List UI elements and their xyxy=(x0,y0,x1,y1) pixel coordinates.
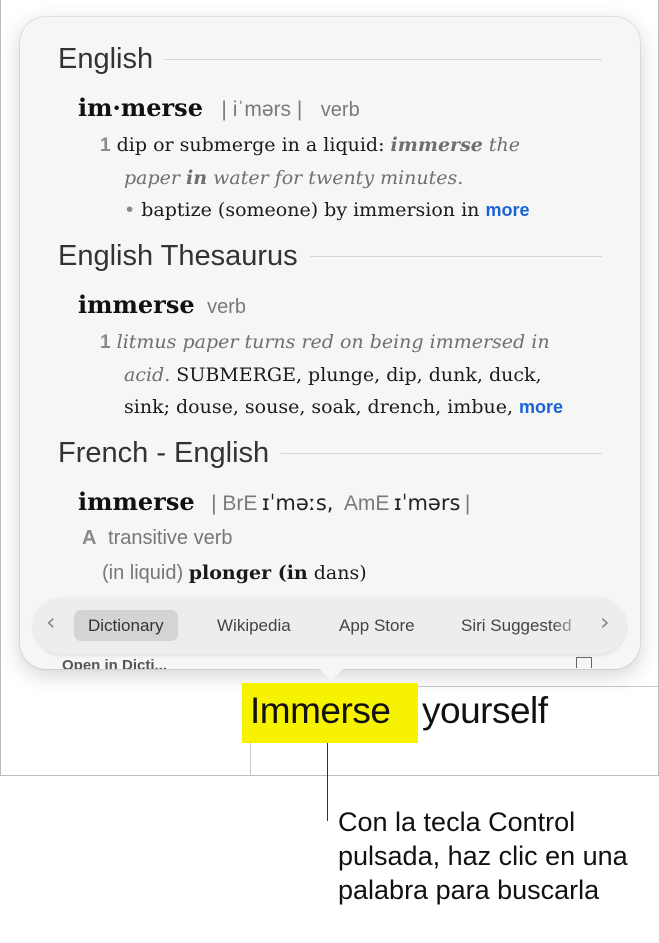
part-of-speech: verb xyxy=(207,296,246,318)
pronunciation-label: | BrE xyxy=(211,492,258,515)
sense-number: 1 xyxy=(100,135,111,156)
pronunciation-label: AmE xyxy=(343,492,390,515)
synonyms-text: sink; douse, souse, soak, drench, imbue, xyxy=(124,396,513,418)
document-text[interactable]: yourself xyxy=(422,690,548,732)
gloss-translation: dans) xyxy=(307,562,367,584)
section-thesaurus-header: English Thesaurus xyxy=(58,240,602,273)
open-external-icon xyxy=(576,657,592,668)
gloss-context: (in liquid) xyxy=(102,562,189,584)
headword: im·merse xyxy=(78,93,203,122)
headword: immerse xyxy=(78,290,195,319)
example-headword: immerse xyxy=(390,134,483,156)
english-example-line2: paper in water for twenty minutes. xyxy=(124,167,463,189)
section-title: English Thesaurus xyxy=(58,240,298,272)
gloss-preposition: in xyxy=(286,562,308,584)
example-text: litmus paper turns red on being immersed… xyxy=(116,331,550,353)
colon: : xyxy=(378,134,385,156)
thesaurus-synonyms-line1: acid. SUBMERGE, plunge, dip, dunk, duck, xyxy=(124,364,542,386)
part-of-speech: verb xyxy=(320,99,360,121)
more-link[interactable]: more xyxy=(485,200,529,220)
definition-text: dip or submerge in a liquid xyxy=(116,134,379,156)
thesaurus-example: 1 litmus paper turns red on being immers… xyxy=(100,331,550,354)
french-headword-line: immerse | BrE ɪˈməːs, AmE ɪˈmərs | xyxy=(78,487,470,516)
subsense-text: baptize (someone) by immersion in xyxy=(141,199,480,221)
example-text: acid. xyxy=(124,364,171,386)
more-link[interactable]: more xyxy=(519,397,563,417)
english-definition: 1 dip or submerge in a liquid: immerse t… xyxy=(100,134,520,157)
synonyms-text: SUBMERGE, plunge, dip, dunk, duck, xyxy=(176,364,542,386)
french-gloss: (in liquid) plonger (in dans) xyxy=(102,562,367,585)
lookup-popover: English im·merse | iˈmərs | verb 1 dip o… xyxy=(20,17,640,669)
tab-app-store[interactable]: App Store xyxy=(325,610,429,641)
gloss-translation: plonger ( xyxy=(188,562,287,584)
popover-arrow xyxy=(317,667,345,681)
highlighted-word[interactable]: Immerse xyxy=(250,690,391,732)
sense-label: transitive verb xyxy=(108,527,233,549)
open-in-dictionary-link[interactable]: Open in Dicti... xyxy=(62,657,167,669)
tab-wikipedia[interactable]: Wikipedia xyxy=(203,610,305,641)
chevron-left-icon[interactable]: ‹ xyxy=(46,608,56,636)
pronunciation-ame: ɪˈmərs xyxy=(393,491,461,515)
thesaurus-synonyms-line2: sink; douse, souse, soak, drench, imbue,… xyxy=(124,396,563,418)
example-bold: in xyxy=(186,167,208,189)
example-text: the xyxy=(482,134,521,156)
english-subsense: • baptize (someone) by immersion in more xyxy=(124,199,529,221)
bullet: • xyxy=(124,199,136,221)
tab-siri-suggested[interactable]: Siri Suggested xyxy=(447,610,587,641)
source-tab-bar: ‹ Dictionary Wikipedia App Store Siri Su… xyxy=(34,598,626,654)
section-french-header: French - English xyxy=(58,437,602,470)
french-sense: A transitive verb xyxy=(82,527,233,550)
example-text: paper xyxy=(124,167,187,189)
section-english-header: English xyxy=(58,43,602,76)
pronunciation-bre: ɪˈməːs, xyxy=(261,491,334,515)
english-headword-line: im·merse | iˈmərs | verb xyxy=(78,93,360,122)
sense-number: 1 xyxy=(100,332,111,353)
tab-dictionary[interactable]: Dictionary xyxy=(74,610,178,641)
chevron-right-icon[interactable]: › xyxy=(600,608,610,636)
headword: immerse xyxy=(78,487,195,516)
thesaurus-headword-line: immerse verb xyxy=(78,290,246,319)
sense-letter: A xyxy=(82,527,97,549)
section-title: French - English xyxy=(58,437,270,469)
pronunciation: | iˈmərs | xyxy=(221,98,303,121)
pronunciation-label: | xyxy=(464,492,471,515)
callout-line xyxy=(327,743,328,821)
section-title: English xyxy=(58,43,154,75)
example-text: water for twenty minutes. xyxy=(207,167,464,189)
callout-text: Con la tecla Control pulsada, haz clic e… xyxy=(338,807,628,905)
